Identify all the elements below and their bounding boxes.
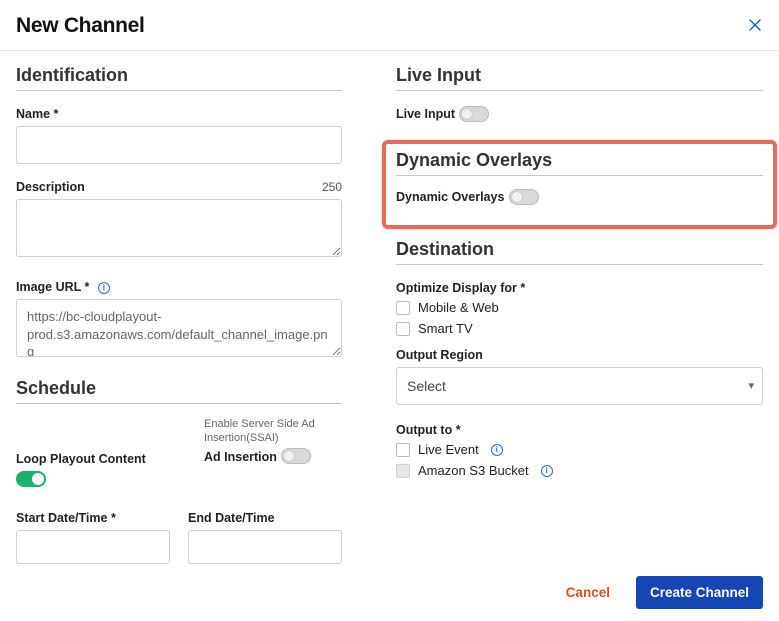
output-region-label: Output Region	[396, 348, 483, 362]
dynamic-overlays-label: Dynamic Overlays	[396, 190, 504, 204]
output-region-select[interactable]: Select	[396, 367, 763, 405]
close-icon	[749, 19, 761, 31]
modal-title: New Channel	[16, 14, 145, 38]
loop-playout-label: Loop Playout Content	[16, 452, 146, 466]
live-input-heading: Live Input	[396, 65, 763, 86]
info-icon[interactable]: i	[491, 444, 503, 456]
optimize-display-label: Optimize Display for *	[396, 281, 525, 295]
schedule-heading: Schedule	[16, 378, 342, 399]
image-url-label: Image URL *	[16, 280, 89, 294]
s3-bucket-checkbox[interactable]	[396, 464, 410, 478]
live-event-option: Live Event	[418, 442, 479, 457]
name-input[interactable]	[16, 126, 342, 164]
section-divider	[396, 90, 763, 91]
ad-insertion-label: Ad Insertion	[204, 450, 277, 464]
mobile-web-option: Mobile & Web	[418, 300, 499, 315]
description-char-count: 250	[322, 180, 342, 194]
live-input-toggle[interactable]	[459, 106, 489, 122]
output-region-value: Select	[407, 378, 446, 394]
create-channel-button[interactable]: Create Channel	[636, 576, 763, 609]
smart-tv-option: Smart TV	[418, 321, 473, 336]
image-url-input[interactable]	[16, 299, 342, 357]
dynamic-overlays-highlight: Dynamic Overlays Dynamic Overlays	[382, 140, 777, 229]
live-input-label: Live Input	[396, 107, 455, 121]
output-to-label: Output to *	[396, 423, 461, 437]
destination-heading: Destination	[396, 239, 763, 260]
section-divider	[396, 175, 763, 176]
description-input[interactable]	[16, 199, 342, 257]
live-event-checkbox[interactable]	[396, 443, 410, 457]
dynamic-overlays-heading: Dynamic Overlays	[396, 150, 763, 171]
start-date-input[interactable]	[16, 530, 170, 564]
name-label: Name *	[16, 107, 58, 121]
description-label: Description	[16, 180, 85, 194]
ad-insertion-toggle[interactable]	[281, 448, 311, 464]
section-divider	[16, 90, 342, 91]
section-divider	[16, 403, 342, 404]
modal-header: New Channel	[0, 0, 779, 51]
loop-playout-toggle[interactable]	[16, 471, 46, 487]
modal-footer: Cancel Create Channel	[536, 564, 779, 621]
mobile-web-checkbox[interactable]	[396, 301, 410, 315]
ssai-hint: Enable Server Side Ad Insertion(SSAI)	[204, 418, 342, 446]
cancel-button[interactable]: Cancel	[552, 576, 624, 609]
info-icon[interactable]: i	[98, 282, 110, 294]
s3-bucket-option: Amazon S3 Bucket	[418, 463, 529, 478]
section-divider	[396, 264, 763, 265]
start-date-label: Start Date/Time *	[16, 511, 116, 525]
info-icon[interactable]: i	[541, 465, 553, 477]
end-date-input[interactable]	[188, 530, 342, 564]
smart-tv-checkbox[interactable]	[396, 322, 410, 336]
close-button[interactable]	[747, 17, 763, 35]
end-date-label: End Date/Time	[188, 511, 275, 525]
identification-heading: Identification	[16, 65, 342, 86]
dynamic-overlays-toggle[interactable]	[509, 189, 539, 205]
